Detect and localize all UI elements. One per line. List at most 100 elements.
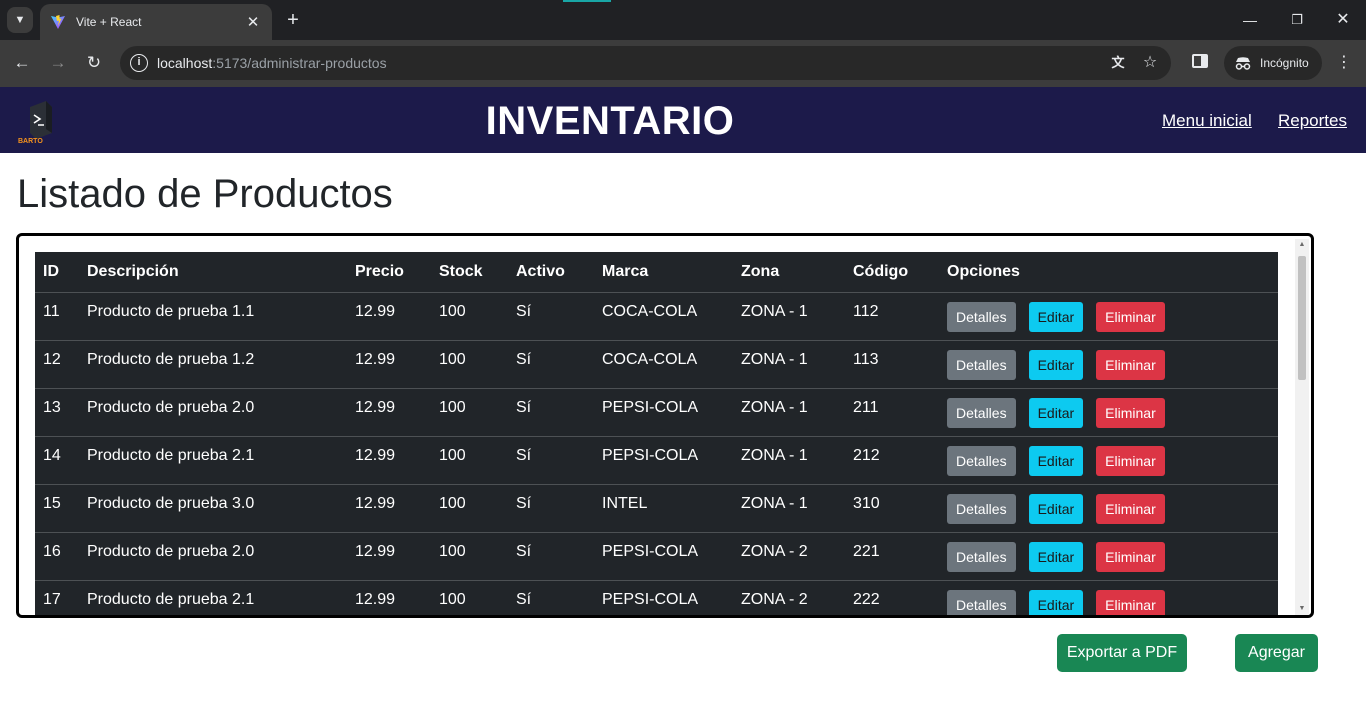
details-button[interactable]: Detalles <box>947 398 1016 428</box>
cell-zona: ZONA - 1 <box>733 292 845 341</box>
scroll-down-icon[interactable]: ▼ <box>1295 603 1309 615</box>
new-tab-icon[interactable]: + <box>282 8 304 32</box>
cell-zona: ZONA - 2 <box>733 580 845 615</box>
cell-opciones: Detalles Editar Eliminar <box>939 580 1278 615</box>
products-table-container[interactable]: ID Descripción Precio Stock Activo Marca… <box>16 233 1314 618</box>
cell-codigo: 112 <box>845 292 939 341</box>
translate-icon[interactable]: 文 <box>1108 53 1128 73</box>
cell-precio: 12.99 <box>347 340 431 389</box>
browser-tab-strip: ▼ Vite + React ✕ + — ❐ ✕ <box>0 0 1366 40</box>
cell-id-text: 15 <box>43 495 61 512</box>
cell-codigo-text: 211 <box>853 399 879 416</box>
minimize-icon[interactable]: — <box>1238 8 1262 32</box>
details-button[interactable]: Detalles <box>947 542 1016 572</box>
app-title: INVENTARIO <box>485 99 735 143</box>
cell-stock: 100 <box>431 484 508 533</box>
details-button[interactable]: Detalles <box>947 590 1016 615</box>
cell-opciones: Detalles Editar Eliminar <box>939 388 1278 437</box>
cell-stock-text: 100 <box>439 399 466 416</box>
delete-button[interactable]: Eliminar <box>1096 398 1165 428</box>
browser-toolbar: ← → ↻ i localhost:5173/administrar-produ… <box>0 40 1366 87</box>
cell-descripcion: Producto de prueba 2.0 <box>79 532 347 581</box>
table-scrollbar[interactable]: ▲ ▼ <box>1295 239 1309 615</box>
edit-button[interactable]: Editar <box>1028 446 1084 476</box>
details-button[interactable]: Detalles <box>947 302 1016 332</box>
details-button[interactable]: Detalles <box>947 350 1016 380</box>
cell-stock: 100 <box>431 388 508 437</box>
add-button[interactable]: Agregar <box>1235 634 1318 672</box>
back-icon[interactable]: ← <box>10 51 34 75</box>
table-row: 14 Producto de prueba 2.1 12.99 100 Sí PEPSI-… <box>35 436 1278 485</box>
cell-id-text: 13 <box>43 399 61 416</box>
cell-precio-text: 12.99 <box>355 495 396 512</box>
cell-codigo-text: 112 <box>853 303 879 320</box>
tab-search-icon[interactable]: ▼ <box>7 7 33 33</box>
url-text[interactable]: localhost:5173/administrar-productos <box>157 55 387 71</box>
cell-codigo: 113 <box>845 340 939 389</box>
cell-zona: ZONA - 2 <box>733 532 845 581</box>
column-header-zona: Zona <box>733 252 845 293</box>
cell-precio: 12.99 <box>347 292 431 341</box>
cell-codigo: 221 <box>845 532 939 581</box>
cell-activo-text: Sí <box>516 303 532 320</box>
edit-button[interactable]: Editar <box>1028 398 1084 428</box>
cell-stock: 100 <box>431 340 508 389</box>
cell-stock: 100 <box>431 292 508 341</box>
cell-marca-text: PEPSI-COLA <box>602 543 699 560</box>
side-panel-icon[interactable] <box>1192 54 1208 68</box>
cell-descripcion: Producto de prueba 2.0 <box>79 388 347 437</box>
cell-zona-text: ZONA - 1 <box>741 303 808 320</box>
address-bar[interactable]: i localhost:5173/administrar-productos 文… <box>120 46 1171 80</box>
scroll-up-icon[interactable]: ▲ <box>1295 239 1309 251</box>
window-close-icon[interactable]: ✕ <box>1331 8 1355 32</box>
cell-descripcion-text: Producto de prueba 2.0 <box>87 543 255 560</box>
cell-precio: 12.99 <box>347 388 431 437</box>
cell-codigo-text: 113 <box>853 351 879 368</box>
delete-button[interactable]: Eliminar <box>1096 302 1165 332</box>
close-icon[interactable]: ✕ <box>244 13 262 31</box>
cell-precio: 12.99 <box>347 580 431 615</box>
cell-zona-text: ZONA - 1 <box>741 399 808 416</box>
cell-id: 14 <box>35 436 79 485</box>
incognito-badge[interactable]: Incógnito <box>1224 46 1322 80</box>
cell-activo: Sí <box>508 292 594 341</box>
edit-button[interactable]: Editar <box>1028 590 1084 615</box>
edit-button[interactable]: Editar <box>1028 302 1084 332</box>
browser-tab[interactable]: Vite + React ✕ <box>40 4 272 40</box>
details-button[interactable]: Detalles <box>947 446 1016 476</box>
cell-marca: INTEL <box>594 484 733 533</box>
scroll-thumb[interactable] <box>1298 256 1306 380</box>
incognito-label: Incógnito <box>1260 56 1309 70</box>
delete-button[interactable]: Eliminar <box>1096 590 1165 615</box>
cell-codigo-text: 222 <box>853 591 880 608</box>
edit-button[interactable]: Editar <box>1028 350 1084 380</box>
delete-button[interactable]: Eliminar <box>1096 350 1165 380</box>
export-pdf-button[interactable]: Exportar a PDF <box>1057 634 1187 672</box>
delete-button[interactable]: Eliminar <box>1096 542 1165 572</box>
nav-reportes[interactable]: Reportes <box>1278 111 1347 131</box>
cell-id-text: 11 <box>43 303 60 320</box>
cell-descripcion: Producto de prueba 2.1 <box>79 436 347 485</box>
reload-icon[interactable]: ↻ <box>82 51 106 75</box>
site-info-icon[interactable]: i <box>130 54 148 72</box>
cell-id-text: 16 <box>43 543 61 560</box>
cell-stock: 100 <box>431 436 508 485</box>
edit-button[interactable]: Editar <box>1028 494 1084 524</box>
forward-icon[interactable]: → <box>46 51 70 75</box>
cell-descripcion: Producto de prueba 3.0 <box>79 484 347 533</box>
cell-zona: ZONA - 1 <box>733 388 845 437</box>
restore-icon[interactable]: ❐ <box>1285 8 1309 32</box>
edit-button[interactable]: Editar <box>1028 542 1084 572</box>
cell-zona: ZONA - 1 <box>733 484 845 533</box>
nav-menu-inicial[interactable]: Menu inicial <box>1162 111 1252 131</box>
cell-stock-text: 100 <box>439 303 466 320</box>
details-button[interactable]: Detalles <box>947 494 1016 524</box>
cell-marca: COCA-COLA <box>594 340 733 389</box>
more-menu-icon[interactable]: ⋮ <box>1336 52 1352 74</box>
cell-marca: PEPSI-COLA <box>594 436 733 485</box>
delete-button[interactable]: Eliminar <box>1096 494 1165 524</box>
column-header-codigo: Código <box>845 252 939 293</box>
cell-codigo-text: 212 <box>853 447 880 464</box>
delete-button[interactable]: Eliminar <box>1096 446 1165 476</box>
bookmark-star-icon[interactable]: ☆ <box>1140 53 1160 73</box>
